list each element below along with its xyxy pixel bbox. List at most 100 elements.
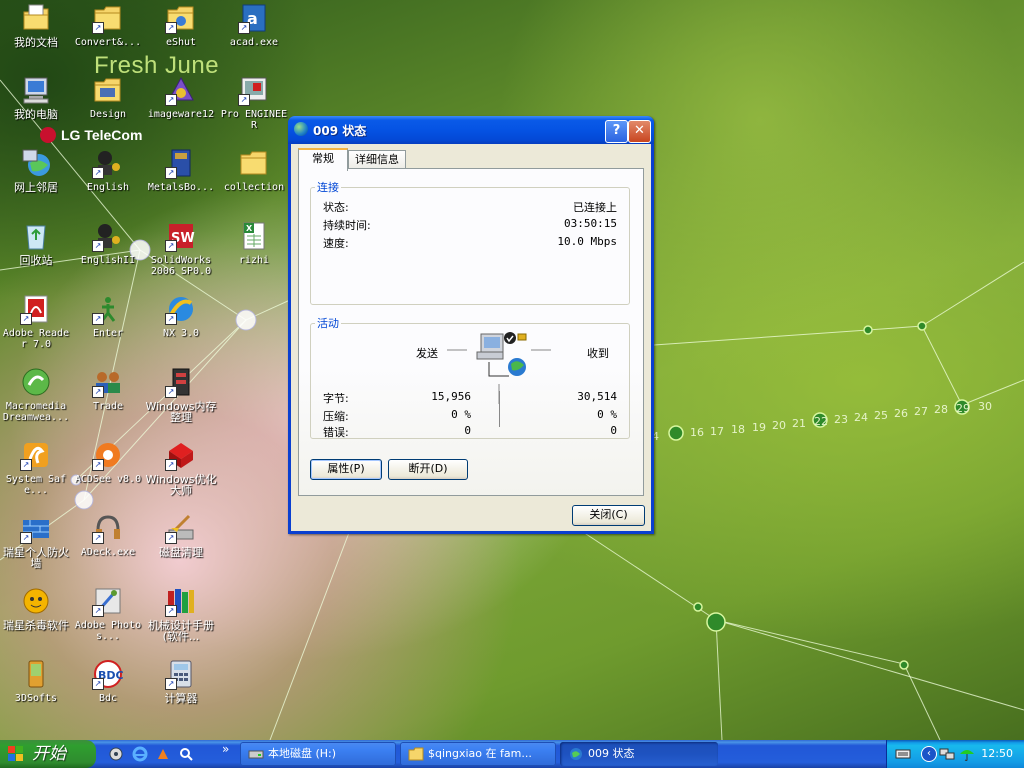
desktop-icon-adeck[interactable]: ↗ ADeck.exe bbox=[72, 512, 144, 558]
desktop-icon-acdsee[interactable]: ↗ ACDSee v8.0 bbox=[72, 439, 144, 485]
desktop-icon-proe[interactable]: ↗ Pro ENGINEER bbox=[218, 74, 290, 131]
received-label: 收到 bbox=[587, 347, 609, 360]
network-connection-icon bbox=[294, 122, 308, 136]
start-button[interactable]: 开始 bbox=[0, 740, 96, 768]
desktop-icon-label: English bbox=[86, 182, 130, 193]
dreamweaver-icon bbox=[20, 366, 52, 398]
desktop-icon-label: 我的文档 bbox=[14, 36, 58, 49]
desktop-icon-adobe-reader[interactable]: ↗ Adobe Reader 7.0 bbox=[0, 293, 72, 350]
desktop-icon-optimizer[interactable]: ↗ Windows优化大师 bbox=[145, 439, 217, 496]
desktop-icon-label: Bdc bbox=[98, 693, 118, 704]
drive-icon bbox=[248, 746, 264, 762]
desktop-icon-books[interactable]: ↗ 机械设计手册(软件... bbox=[145, 585, 217, 642]
keyboard-icon[interactable] bbox=[895, 746, 911, 762]
desktop-icon-imageware[interactable]: ↗ imageware12 bbox=[145, 74, 217, 120]
desktop-icon-my-computer[interactable]: 我的电脑 bbox=[0, 74, 72, 120]
enter-icon: ↗ bbox=[92, 293, 124, 325]
sent-label: 发送 bbox=[416, 347, 438, 360]
desktop-icon-englishii[interactable]: ↗ EnglishII bbox=[72, 220, 144, 266]
duration-label: 持续时间: bbox=[323, 219, 371, 232]
disk-cleanup-icon: ↗ bbox=[165, 512, 197, 544]
desktop-icon-collection[interactable]: collection bbox=[218, 147, 290, 193]
desktop-icon-3dsofts[interactable]: 3DSofts bbox=[0, 658, 72, 704]
properties-button[interactable]: 属性(P) bbox=[310, 459, 382, 480]
desktop-icon-label: 瑞星杀毒软件 bbox=[3, 619, 69, 632]
desktop-icon-system-safe[interactable]: ↗ System Safe... bbox=[0, 439, 72, 496]
errors-sent-value: 0 bbox=[464, 424, 471, 437]
my-documents-icon bbox=[20, 2, 52, 34]
desktop-icon-label: rizhi bbox=[238, 255, 270, 266]
folder-icon bbox=[408, 746, 424, 762]
desktop-icon-photoshop[interactable]: ↗ Adobe Photos... bbox=[72, 585, 144, 642]
desktop-icon-eshut[interactable]: ↗ eShut bbox=[145, 2, 217, 48]
3dsofts-icon bbox=[20, 658, 52, 690]
status-label: 状态: bbox=[323, 201, 349, 214]
taskbar-item-local-disk[interactable]: 本地磁盘 (H:) bbox=[240, 742, 396, 766]
desktop-icon-label: Windows内存整理 bbox=[145, 400, 217, 424]
system-clock[interactable]: 12:50 bbox=[981, 740, 1013, 768]
lg-logo-icon bbox=[40, 127, 56, 143]
calendar-number: 29 bbox=[956, 402, 970, 415]
close-button[interactable]: 关闭(C) bbox=[572, 505, 645, 526]
desktop-icon-disk-cleanup[interactable]: ↗ 磁盘清理 bbox=[145, 512, 217, 558]
disconnect-button[interactable]: 断开(D) bbox=[388, 459, 468, 480]
quicklaunch-media-icon[interactable] bbox=[155, 746, 171, 762]
tab-details[interactable]: 详细信息 bbox=[348, 150, 406, 169]
desktop-icon-label: ACDSee v8.0 bbox=[74, 474, 142, 485]
desktop-icon-label: 机械设计手册(软件... bbox=[148, 619, 214, 643]
status-value: 已连接上 bbox=[573, 201, 617, 214]
calculator-icon: ↗ bbox=[165, 658, 197, 690]
desktop-icon-label: 磁盘清理 bbox=[159, 546, 203, 559]
desktop-icon-enter[interactable]: ↗ Enter bbox=[72, 293, 144, 339]
trade-icon: ↗ bbox=[92, 366, 124, 398]
dialog-titlebar[interactable]: 009 状态 ? ✕ bbox=[288, 116, 654, 144]
quicklaunch-search-icon[interactable] bbox=[178, 746, 194, 762]
desktop-icon-bdc[interactable]: BDC ↗ Bdc bbox=[72, 658, 144, 704]
solidworks-icon: SW ↗ bbox=[165, 220, 197, 252]
desktop-icon-trade[interactable]: ↗ Trade bbox=[72, 366, 144, 412]
desktop-icon-my-documents[interactable]: 我的文档 bbox=[0, 2, 72, 48]
desktop-icon-convert[interactable]: ↗ Convert&... bbox=[72, 2, 144, 48]
desktop-icon-firewall[interactable]: ↗ 瑞星个人防火墙 bbox=[0, 512, 72, 569]
desktop-icon-label: imageware12 bbox=[147, 109, 215, 120]
desktop-icon-acad[interactable]: a ↗ acad.exe bbox=[218, 2, 290, 48]
system-safe-icon: ↗ bbox=[20, 439, 52, 471]
nx-icon: ↗ bbox=[165, 293, 197, 325]
calendar-number: 22 bbox=[814, 415, 828, 428]
umbrella-icon[interactable] bbox=[959, 746, 975, 762]
adobe-reader-icon: ↗ bbox=[20, 293, 52, 325]
calendar-number: 27 bbox=[914, 405, 928, 418]
tab-general[interactable]: 常规 bbox=[298, 148, 348, 171]
desktop-icon-calculator[interactable]: ↗ 计算器 bbox=[145, 658, 217, 704]
compression-sent-value: 0 % bbox=[451, 408, 471, 421]
quicklaunch-chevron[interactable]: » bbox=[222, 742, 229, 756]
desktop-icon-design[interactable]: Design bbox=[72, 74, 144, 120]
desktop-icon-network-places[interactable]: 网上邻居 bbox=[0, 147, 72, 193]
desktop-icon-memory-tool[interactable]: ↗ Windows内存整理 bbox=[145, 366, 217, 423]
desktop-icon-recycle-bin[interactable]: 回收站 bbox=[0, 220, 72, 266]
desktop-icon-nx[interactable]: ↗ NX 3.0 bbox=[145, 293, 217, 339]
taskbar-item-qingxiao[interactable]: $qingxiao 在 fam... bbox=[400, 742, 556, 766]
desktop-icon-antivirus[interactable]: 瑞星杀毒软件 bbox=[0, 585, 72, 631]
quicklaunch-settings-icon[interactable] bbox=[108, 746, 124, 762]
tray-expand-icon[interactable]: ‹ bbox=[921, 746, 937, 762]
desktop-icon-metals-book[interactable]: ↗ MetalsBo... bbox=[145, 147, 217, 193]
bytes-label: 字节: bbox=[323, 392, 349, 405]
start-label: 开始 bbox=[32, 744, 66, 764]
quicklaunch-ie-icon[interactable] bbox=[132, 746, 148, 762]
desktop-icon-solidworks[interactable]: SW ↗ SolidWorks 2006 SP0.0 bbox=[145, 220, 217, 277]
desktop-icon-label: Enter bbox=[92, 328, 124, 339]
metals-book-icon: ↗ bbox=[165, 147, 197, 179]
eshut-icon: ↗ bbox=[165, 2, 197, 34]
photoshop-icon: ↗ bbox=[92, 585, 124, 617]
taskbar-item-status[interactable]: 009 状态 bbox=[560, 742, 718, 766]
help-button[interactable]: ? bbox=[605, 120, 628, 143]
english-icon: ↗ bbox=[92, 220, 124, 252]
desktop-icon-dreamweaver[interactable]: Macromedia Dreamwea... bbox=[0, 366, 72, 423]
desktop-icon-rizhi[interactable]: X rizhi bbox=[218, 220, 290, 266]
close-window-button[interactable]: ✕ bbox=[628, 120, 651, 143]
network-tray-icon[interactable] bbox=[939, 746, 955, 762]
desktop-icon-english[interactable]: ↗ English bbox=[72, 147, 144, 193]
duration-value: 03:50:15 bbox=[564, 217, 617, 230]
taskbar-item-label: 009 状态 bbox=[588, 747, 635, 760]
